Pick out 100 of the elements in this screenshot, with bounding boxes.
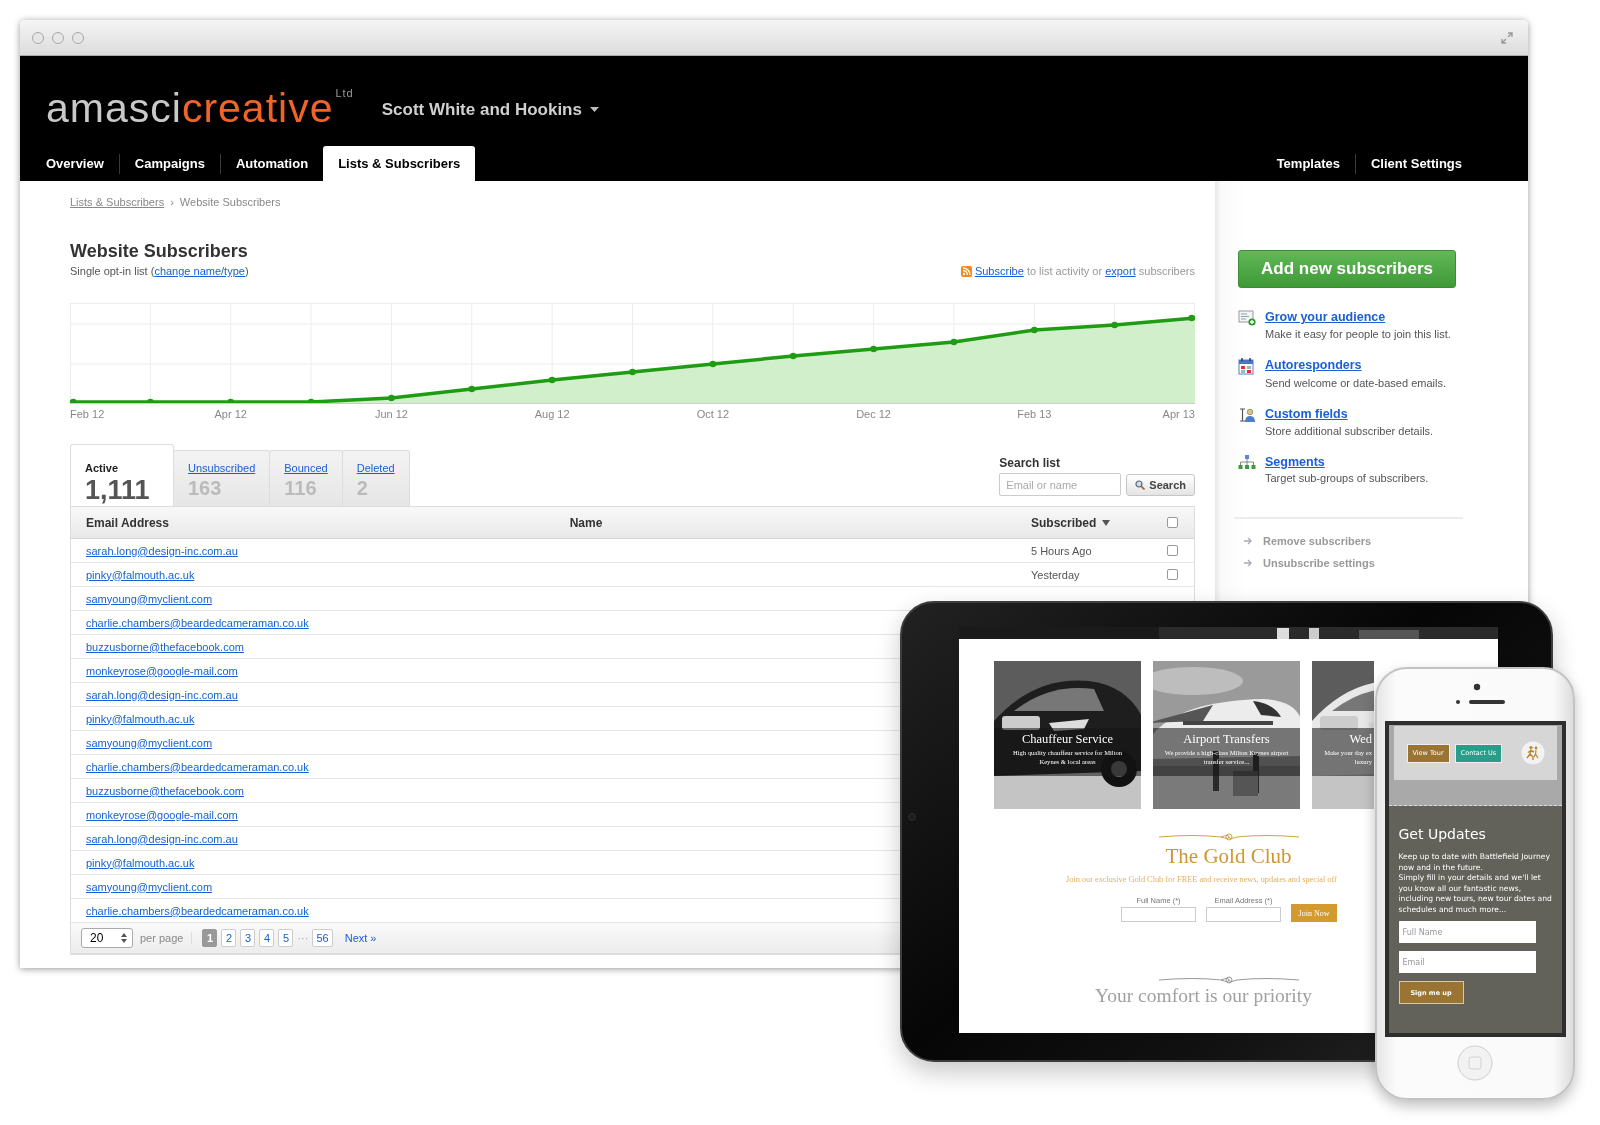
feature-link[interactable]: Custom fields xyxy=(1265,406,1348,422)
data-point xyxy=(548,376,556,384)
activity-text: Subscribe to list activity or export subscribers xyxy=(974,264,1195,278)
email-link[interactable]: sarah.long@design-inc.com.au xyxy=(86,832,238,845)
nav-tab[interactable]: Campaigns xyxy=(119,146,220,181)
feature-description: Store additional subscriber details. xyxy=(1265,424,1435,439)
axis-label: Oct 12 xyxy=(696,407,730,421)
axis-label: Jun 12 xyxy=(374,407,408,421)
expand-icon[interactable] xyxy=(1500,30,1514,45)
ellipsis: ··· xyxy=(297,932,309,944)
input-field[interactable] xyxy=(1121,907,1196,922)
section-title: Get Updates xyxy=(1398,825,1487,843)
search-button[interactable]: Search xyxy=(1126,473,1195,496)
axis-label: Aug 12 xyxy=(534,407,570,421)
page-title: Website Subscribers xyxy=(70,240,249,262)
email-link[interactable]: monkeyrose@google-mail.com xyxy=(86,664,238,677)
page-button[interactable]: 3 xyxy=(240,929,256,947)
nav-tab[interactable]: Client Settings xyxy=(1356,146,1477,181)
email-link[interactable]: pinky@falmouth.ac.uk xyxy=(86,856,195,869)
change-type-link[interactable]: change name/type xyxy=(154,265,245,277)
feature-description: Send welcome or date-based emails. xyxy=(1265,376,1447,391)
axis-label: Feb 13 xyxy=(1017,407,1052,421)
axis-label: Dec 12 xyxy=(856,407,891,421)
sort-down-icon xyxy=(1102,519,1111,526)
nav-tab[interactable]: Automation xyxy=(220,146,324,181)
email-link[interactable]: monkeyrose@google-mail.com xyxy=(86,808,238,821)
status-tab[interactable]: Active 1,111 xyxy=(70,444,174,506)
feature-link[interactable]: Autoresponders xyxy=(1265,357,1362,373)
data-point xyxy=(709,360,717,368)
list-subtitle: Single opt-in list (change name/type) xyxy=(70,264,249,278)
club-title: The Gold Club xyxy=(1165,844,1292,868)
email-link[interactable]: sarah.long@design-inc.com.au xyxy=(86,688,238,701)
form-add-icon xyxy=(1238,310,1256,326)
arrow-right-icon xyxy=(1244,559,1253,567)
nav-tab[interactable]: Overview xyxy=(46,146,119,181)
data-point xyxy=(1111,321,1118,329)
checkbox[interactable] xyxy=(1167,569,1178,580)
next-link[interactable]: Next » xyxy=(344,932,377,944)
email-link[interactable]: charlie.chambers@beardedcameraman.co.uk xyxy=(86,904,309,917)
data-point xyxy=(70,398,77,404)
caret-icon xyxy=(589,107,599,113)
data-point xyxy=(870,345,877,353)
export-link[interactable]: export xyxy=(1105,265,1136,277)
email-link[interactable]: samyoung@myclient.com xyxy=(86,880,213,893)
axis-label: Apr 13 xyxy=(1162,407,1195,421)
checkbox[interactable] xyxy=(1167,517,1178,528)
search-label: Search list xyxy=(999,456,1061,470)
card-title: Chauffeur Service xyxy=(1020,731,1115,748)
email-link[interactable]: sarah.long@design-inc.com.au xyxy=(86,544,238,557)
email-link[interactable]: charlie.chambers@beardedcameraman.co.uk xyxy=(86,616,309,629)
page-button[interactable]: 5 xyxy=(278,929,294,947)
data-point xyxy=(147,398,154,404)
card-title: Airport Transfers xyxy=(1182,731,1271,748)
data-point xyxy=(227,398,234,404)
search-field[interactable]: Email or name xyxy=(999,473,1122,496)
column-header: Name xyxy=(568,515,604,530)
column-header: Subscribed xyxy=(1031,515,1097,530)
feature-link[interactable]: Segments xyxy=(1265,454,1325,470)
window-controls-icon[interactable] xyxy=(31,30,85,45)
email-link[interactable]: samyoung@myclient.com xyxy=(86,736,213,749)
subscribe-link[interactable]: Subscribe xyxy=(974,265,1024,277)
client-menu[interactable]: Scott White and Hookins xyxy=(381,100,599,120)
email-link[interactable]: buzzusborne@thefacebook.com xyxy=(86,784,244,797)
column-header: Email Address xyxy=(85,515,170,530)
data-point xyxy=(629,368,636,376)
email-link[interactable]: buzzusborne@thefacebook.com xyxy=(86,640,244,653)
person-field-icon xyxy=(1238,407,1256,423)
logo: amascicreative$^{Ltd}$ xyxy=(46,86,354,130)
card-title: Wed xyxy=(1348,731,1372,748)
page-button[interactable]: 4 xyxy=(259,929,275,947)
home-button[interactable] xyxy=(1457,1045,1493,1081)
email-link[interactable]: pinky@falmouth.ac.uk xyxy=(86,712,195,725)
feature-link[interactable]: Grow your audience xyxy=(1265,309,1386,325)
breadcrumb-separator: › xyxy=(170,195,174,209)
input-field[interactable]: Email xyxy=(1398,951,1536,973)
data-point xyxy=(1188,314,1195,322)
data-point xyxy=(1031,326,1038,334)
feature-description: Make it easy for people to join this list. xyxy=(1265,327,1452,342)
table-cell: Yesterday xyxy=(1031,568,1080,581)
email-link[interactable]: pinky@falmouth.ac.uk xyxy=(86,568,195,581)
data-point xyxy=(307,398,315,404)
breadcrumb-link[interactable]: Lists & Subscribers xyxy=(70,195,165,209)
data-point xyxy=(388,394,395,402)
page-button[interactable]: 56 xyxy=(312,929,333,947)
hierarchy-icon xyxy=(1238,455,1256,469)
breadcrumb-current: Website Subscribers xyxy=(179,195,281,209)
per-page-select[interactable]: 20 xyxy=(81,928,133,948)
per-page-label: per page xyxy=(140,932,193,944)
input-field[interactable]: Full Name xyxy=(1398,921,1536,943)
feature-description: Target sub-groups of subscribers. xyxy=(1265,471,1430,486)
nav-tab[interactable]: Lists & Subscribers xyxy=(323,146,476,181)
email-link[interactable]: charlie.chambers@beardedcameraman.co.uk xyxy=(86,760,309,773)
input-field[interactable] xyxy=(1206,907,1281,922)
search-icon xyxy=(1135,479,1146,490)
checkbox[interactable] xyxy=(1167,545,1178,556)
nav-tab[interactable]: Templates xyxy=(1261,146,1355,181)
calendar-icon xyxy=(1238,358,1254,375)
page-button[interactable]: 2 xyxy=(221,929,237,947)
email-link[interactable]: samyoung@myclient.com xyxy=(86,592,213,605)
axis-label: Apr 12 xyxy=(214,407,247,421)
